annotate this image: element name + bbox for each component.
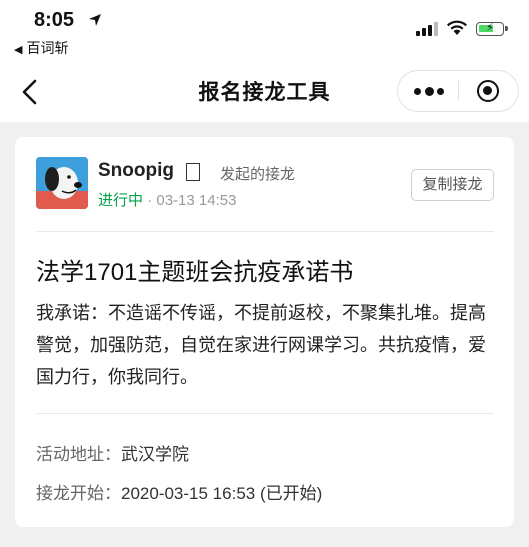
start-time-row: 接龙开始：2020-03-15 16:53 (已开始) [36,479,322,504]
signup-description: 我承诺：不造谣不传谣，不提前返校，不聚集扎堆。提高警觉，加强防范，自觉在家进行网… [36,303,486,387]
back-to-app-link[interactable]: ◀ 百词斩 [14,38,68,58]
copy-signup-button[interactable]: 复制接龙 [411,169,494,201]
capsule-divider [458,81,459,101]
battery-icon: ⚡ [476,22,508,36]
status-bar: 8:05 ◀ 百词斩 ⚡ [0,0,529,60]
snoopy-avatar-image [36,157,88,209]
start-time-label: 接龙开始： [36,484,121,503]
missing-glyph-box [186,163,200,181]
back-app-label: 百词斩 [26,40,69,56]
clock: 8:05 [34,9,75,31]
start-time-value: 2020-03-15 16:53 (已开始) [121,484,323,503]
username[interactable]: Snoopig [98,160,174,182]
miniprogram-capsule [397,70,519,112]
location-label: 活动地址： [36,445,121,464]
location-arrow-icon [89,14,101,26]
initiated-label: 发起的接龙 [220,166,296,183]
more-options-icon[interactable] [414,81,444,101]
signup-card: Snoopig 发起的接龙 进行中 · 03-13 14:53 复制接龙 法学1… [15,137,514,527]
navigation-bar: 报名接龙工具 [0,60,529,122]
signup-title: 法学1701主题班会抗疫承诺书 [36,259,354,286]
status-separator: · [147,192,153,209]
avatar[interactable] [36,157,88,209]
cellular-signal-icon [416,22,440,36]
location-value: 武汉学院 [121,445,189,464]
wifi-icon [447,20,467,35]
back-triangle-icon: ◀ [14,44,23,56]
body-divider [36,413,494,414]
close-miniprogram-icon[interactable] [477,80,499,102]
location-row: 活动地址：武汉学院 [36,440,189,465]
charging-bolt-icon: ⚡ [486,22,494,34]
header-divider [36,231,494,232]
status-line: 进行中 · 03-13 14:53 [98,189,236,210]
status-badge: 进行中 [98,192,144,209]
post-datetime: 03-13 14:53 [156,192,237,209]
